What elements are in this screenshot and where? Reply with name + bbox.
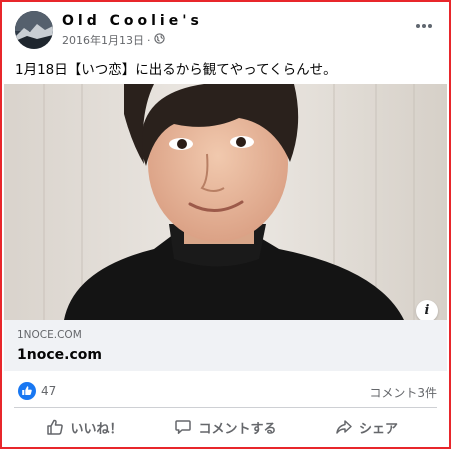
- thumbs-up-icon: [46, 418, 64, 436]
- link-preview-image[interactable]: i: [4, 84, 447, 320]
- comment-button[interactable]: コメントする: [155, 410, 296, 444]
- portrait-photo: [4, 84, 447, 320]
- avatar[interactable]: [15, 11, 53, 49]
- actions-divider: [14, 407, 437, 408]
- post-date[interactable]: 2016年1月13日: [62, 32, 144, 48]
- comment-label: コメントする: [198, 421, 277, 437]
- like-button[interactable]: いいね！: [14, 410, 155, 444]
- more-options-icon[interactable]: [411, 17, 437, 35]
- like-count[interactable]: 47: [41, 384, 56, 398]
- like-reaction-icon[interactable]: [18, 382, 36, 400]
- share-button[interactable]: シェア: [296, 410, 437, 444]
- author-name[interactable]: Old Coolie's: [62, 13, 203, 29]
- info-badge[interactable]: i: [416, 300, 438, 320]
- link-preview[interactable]: 1NOCE.COM 1noce.com: [4, 320, 447, 371]
- post-meta: 2016年1月13日 ·: [62, 32, 165, 48]
- post-header: Old Coolie's 2016年1月13日 ·: [12, 11, 439, 51]
- link-title[interactable]: 1noce.com: [17, 347, 102, 363]
- comment-count[interactable]: コメント3件: [369, 384, 437, 401]
- post-text: 1月18日【いつ恋】に出るから観てやってくらんせ。: [15, 62, 337, 78]
- post-actions: いいね！ コメントする シェア: [14, 410, 437, 444]
- meta-separator: ·: [147, 33, 151, 47]
- link-domain: 1NOCE.COM: [17, 329, 82, 341]
- globe-icon: [153, 33, 165, 47]
- share-icon: [335, 418, 353, 436]
- share-label: シェア: [358, 421, 398, 437]
- avatar-image: [15, 11, 53, 49]
- post-card: Old Coolie's 2016年1月13日 · 1月18日【いつ恋】に出るか…: [0, 0, 451, 449]
- like-label: いいね！: [70, 421, 123, 437]
- comment-icon: [174, 418, 192, 436]
- reaction-stats: 47 コメント3件: [14, 380, 437, 402]
